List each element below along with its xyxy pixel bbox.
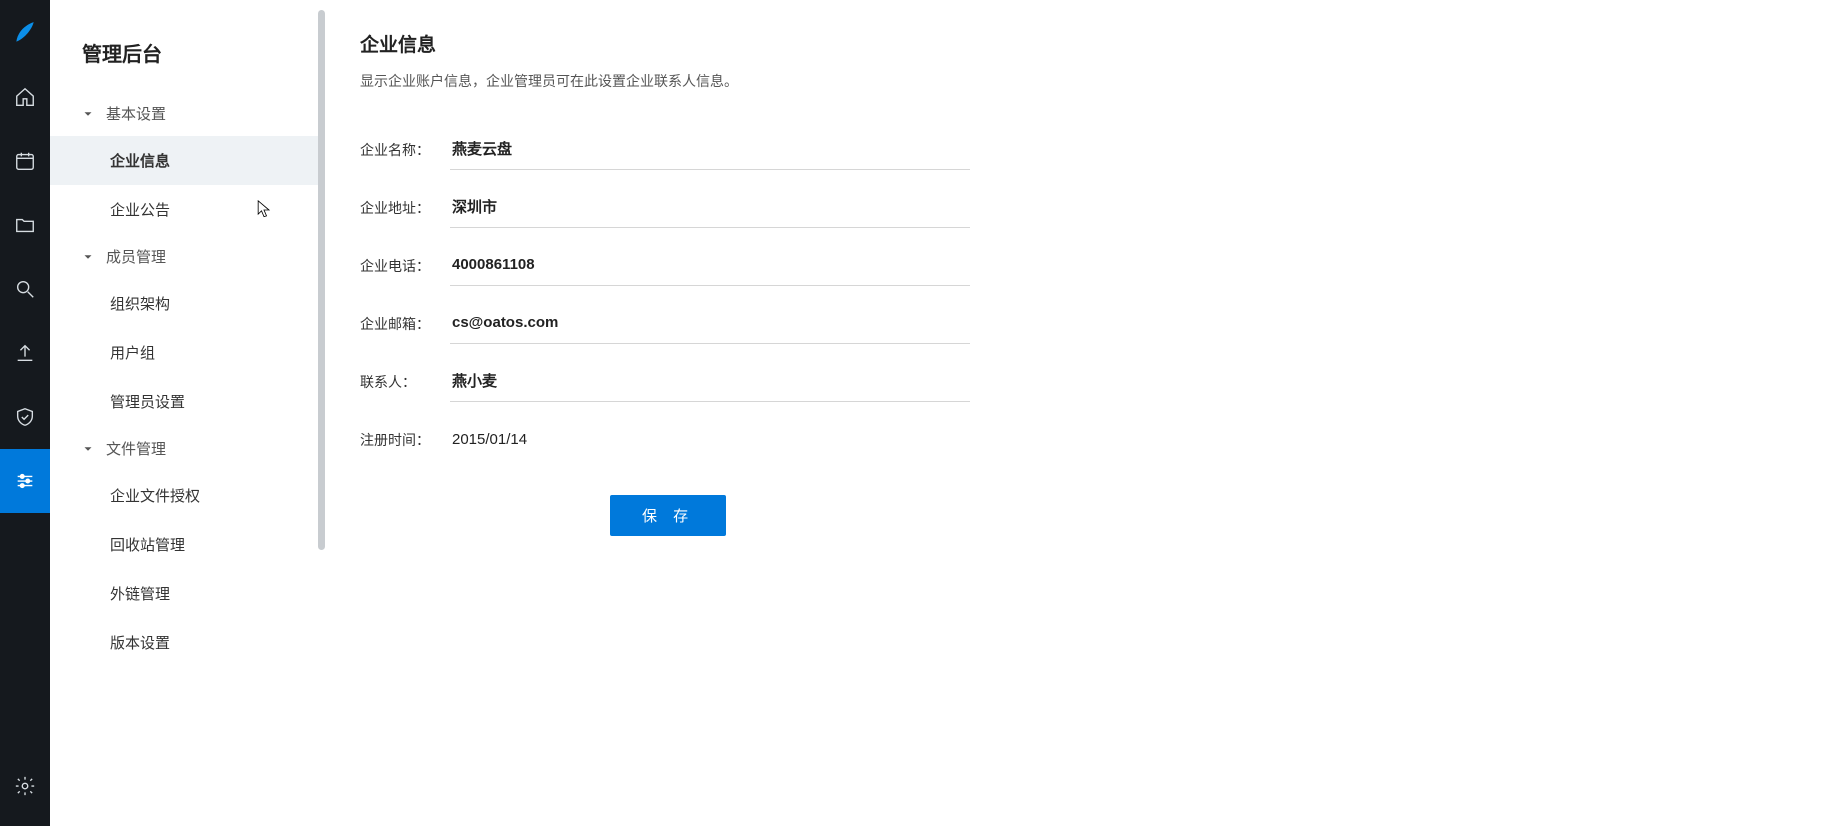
sidebar-title: 管理后台: [50, 28, 320, 91]
label-name: 企业名称：: [360, 140, 450, 160]
section-file-management[interactable]: 文件管理: [50, 426, 320, 471]
search-icon[interactable]: [0, 257, 50, 321]
sidebar-item-recycle-bin[interactable]: 回收站管理: [50, 520, 320, 569]
section-label: 文件管理: [106, 438, 166, 459]
chevron-down-icon: [80, 249, 96, 265]
sidebar-item-user-groups[interactable]: 用户组: [50, 328, 320, 377]
secondary-sidebar: 管理后台 基本设置 企业信息 企业公告 成员管理 组织架构 用户组 管理员设置 …: [50, 0, 320, 826]
sidebar-item-org-structure[interactable]: 组织架构: [50, 279, 320, 328]
input-enterprise-name[interactable]: [450, 130, 970, 170]
input-enterprise-address[interactable]: [450, 188, 970, 228]
sidebar-item-enterprise-file-auth[interactable]: 企业文件授权: [50, 471, 320, 520]
chevron-down-icon: [80, 106, 96, 122]
label-phone: 企业电话：: [360, 256, 450, 276]
icon-rail: [0, 0, 50, 826]
input-contact-person[interactable]: [450, 362, 970, 402]
page-title: 企业信息: [360, 30, 1799, 57]
upload-icon[interactable]: [0, 321, 50, 385]
label-regdate: 注册时间：: [360, 430, 450, 450]
section-basic-settings[interactable]: 基本设置: [50, 91, 320, 136]
label-email: 企业邮箱：: [360, 314, 450, 334]
value-registration-date: 2015/01/14: [450, 420, 970, 460]
main-content: 企业信息 显示企业账户信息，企业管理员可在此设置企业联系人信息。 企业名称： 企…: [320, 0, 1839, 826]
sidebar-item-enterprise-announcement[interactable]: 企业公告: [50, 185, 320, 234]
app-logo: [0, 0, 50, 65]
sidebar-item-link-management[interactable]: 外链管理: [50, 569, 320, 618]
admin-settings-icon[interactable]: [0, 449, 50, 513]
sidebar-item-enterprise-info[interactable]: 企业信息: [50, 136, 320, 185]
section-label: 成员管理: [106, 246, 166, 267]
page-subtitle: 显示企业账户信息，企业管理员可在此设置企业联系人信息。: [360, 71, 1799, 91]
input-enterprise-phone[interactable]: [450, 246, 970, 286]
label-address: 企业地址：: [360, 198, 450, 218]
sidebar-item-version-settings[interactable]: 版本设置: [50, 618, 320, 667]
save-button[interactable]: 保 存: [610, 495, 726, 536]
section-label: 基本设置: [106, 103, 166, 124]
calendar-icon[interactable]: [0, 129, 50, 193]
sidebar-item-admin-settings[interactable]: 管理员设置: [50, 377, 320, 426]
shield-icon[interactable]: [0, 385, 50, 449]
enterprise-form: 企业名称： 企业地址： 企业电话： 企业邮箱： 联系人： 注册时间： 2015/…: [360, 121, 1799, 536]
folder-icon[interactable]: [0, 193, 50, 257]
chevron-down-icon: [80, 441, 96, 457]
section-member-management[interactable]: 成员管理: [50, 234, 320, 279]
home-icon[interactable]: [0, 65, 50, 129]
input-enterprise-email[interactable]: [450, 304, 970, 344]
label-contact: 联系人：: [360, 372, 450, 392]
gear-icon[interactable]: [0, 754, 50, 818]
